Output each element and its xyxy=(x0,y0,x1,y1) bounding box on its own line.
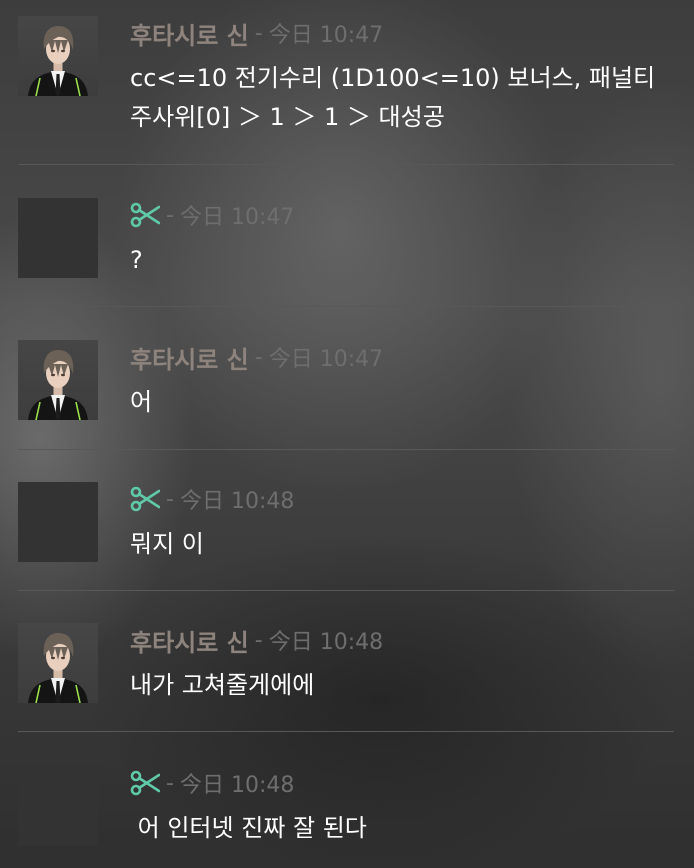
scissors-icon[interactable] xyxy=(130,202,161,228)
chat-message: 후타시로 신 - 今日 10:47 어 xyxy=(0,340,694,420)
header-separator: - xyxy=(166,486,174,512)
sender-name[interactable]: 후타시로 신 xyxy=(130,623,249,658)
message-header: 후타시로 신 - 今日 10:48 xyxy=(130,623,383,657)
avatar[interactable] xyxy=(18,623,98,703)
message-timestamp: 今日 10:47 xyxy=(179,205,295,230)
chat-message: 후타시로 신 - 今日 10:47 cc<=10 전기수리 (1D100<=10… xyxy=(0,16,694,131)
sender-name[interactable]: 후타시로 신 xyxy=(130,16,249,51)
scissors-icon[interactable] xyxy=(130,770,161,796)
message-header: 후타시로 신 - 今日 10:47 xyxy=(130,340,383,374)
message-line: 내가 고쳐줄게에에 xyxy=(130,671,315,699)
sender-name[interactable]: 후타시로 신 xyxy=(130,340,249,375)
message-line: 어 인터넷 진짜 잘 된다 xyxy=(130,814,367,842)
avatar[interactable] xyxy=(18,482,98,562)
message-text: 뭐지 이 xyxy=(130,525,204,564)
message-divider xyxy=(18,731,674,732)
message-divider xyxy=(18,590,674,591)
message-header: - 今日 10:48 xyxy=(130,482,294,516)
message-header: - 今日 10:48 xyxy=(130,766,294,800)
header-separator: - xyxy=(254,20,263,46)
avatar[interactable] xyxy=(18,16,98,96)
message-header: 후타시로 신 - 今日 10:47 xyxy=(130,16,383,50)
message-line: ? xyxy=(130,246,143,274)
message-header: - 今日 10:47 xyxy=(130,198,294,232)
header-separator: - xyxy=(166,770,174,796)
message-text: 내가 고쳐줄게에에 xyxy=(130,666,314,705)
header-separator: - xyxy=(254,344,263,370)
message-timestamp: 今日 10:47 xyxy=(268,347,384,372)
header-separator: - xyxy=(254,627,263,653)
message-text: 어 xyxy=(130,383,152,422)
message-timestamp: 今日 10:48 xyxy=(179,489,295,514)
avatar[interactable] xyxy=(18,340,98,420)
message-line: 어 xyxy=(130,388,153,416)
chat-message: - 今日 10:48 뭐지 이 xyxy=(0,482,694,562)
message-divider xyxy=(18,306,674,307)
avatar[interactable] xyxy=(18,766,98,846)
message-text: cc<=10 전기수리 (1D100<=10) 보너스, 패널티 주사위[0] … xyxy=(130,59,655,137)
message-timestamp: 今日 10:48 xyxy=(268,630,384,655)
scissors-icon[interactable] xyxy=(130,486,161,512)
message-line: 주사위[0] ＞ 1 ＞ 1 ＞ 대성공 xyxy=(130,103,445,131)
message-divider xyxy=(18,164,674,165)
message-timestamp: 今日 10:48 xyxy=(179,773,295,798)
message-line: cc<=10 전기수리 (1D100<=10) 보너스, 패널티 xyxy=(130,64,656,92)
chat-message: - 今日 10:48 어 인터넷 진짜 잘 된다 xyxy=(0,766,694,846)
message-line: 뭐지 이 xyxy=(130,530,204,558)
message-timestamp: 今日 10:47 xyxy=(268,23,384,48)
message-text: 어 인터넷 진짜 잘 된다 xyxy=(130,809,367,848)
message-divider xyxy=(18,449,674,450)
header-separator: - xyxy=(166,202,174,228)
avatar[interactable] xyxy=(18,198,98,278)
chat-message: - 今日 10:47 ? xyxy=(0,198,694,278)
chat-message: 후타시로 신 - 今日 10:48 내가 고쳐줄게에에 xyxy=(0,623,694,703)
message-text: ? xyxy=(130,241,143,280)
